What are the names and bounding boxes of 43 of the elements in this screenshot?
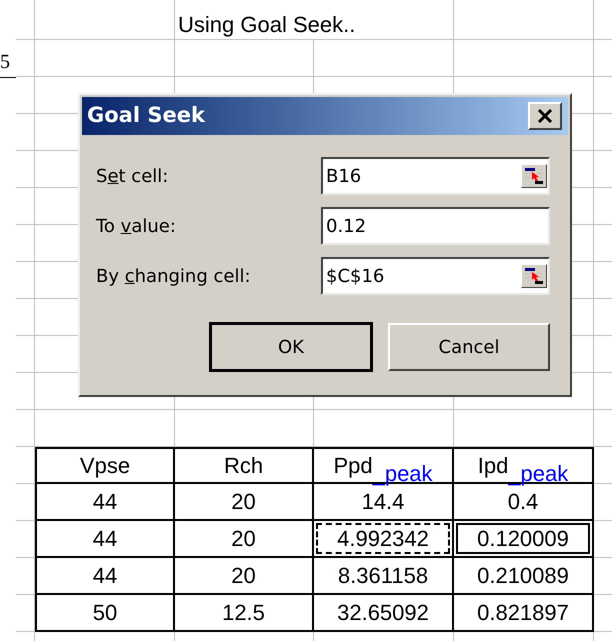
dialog-button[interactable]: OK: [210, 323, 372, 371]
table-cell-text: 44: [92, 488, 118, 516]
sheet-cell: [16, 521, 35, 558]
dialog-button[interactable]: Cancel: [388, 323, 550, 371]
table-cell-text: 44: [92, 562, 118, 590]
input-field[interactable]: $C$16: [321, 257, 550, 295]
dialog-title: Goal Seek: [87, 102, 205, 130]
table-cell-text: 20: [230, 524, 257, 552]
table-cell-text: 0.4: [506, 488, 540, 516]
sheet-title: Using Goal Seek..: [178, 14, 356, 36]
sheet-cell: [16, 447, 35, 484]
field-label: To value:: [96, 214, 176, 238]
table-cell-text: 20: [230, 488, 257, 516]
table-cell-text: 50: [92, 598, 118, 626]
sheet-cell: [16, 595, 35, 632]
sheet-cell: [16, 373, 35, 410]
table-cell-text: 0.210089: [476, 562, 570, 590]
field-label: Set cell:: [96, 164, 168, 188]
table-cell-text: 8.361158: [336, 562, 430, 590]
column-header: Vpse: [80, 452, 130, 480]
sheet-cell: [16, 558, 35, 595]
sheet-cell: [16, 40, 35, 77]
input-field[interactable]: B16: [321, 157, 550, 195]
table-cell-text: 44: [92, 524, 118, 552]
table-cell-text: 14.4: [360, 488, 406, 516]
close-icon: [537, 109, 553, 123]
table-cell: 4.992342: [316, 523, 450, 554]
column-header: Rch: [224, 452, 264, 480]
sheet-cell: [16, 410, 35, 447]
sheet-cell: [16, 0, 35, 40]
input-field[interactable]: 0.12: [321, 207, 550, 245]
sheet-cell: [16, 484, 35, 521]
table-cell-text: 32.65092: [336, 598, 430, 626]
table-cell-text: 12.5: [221, 598, 266, 626]
field-label: By changing cell:: [96, 264, 251, 288]
table-cell-text: 0.821897: [476, 598, 570, 626]
range-picker-icon[interactable]: [521, 264, 547, 288]
range-picker-icon[interactable]: [521, 164, 547, 188]
table-cell-text: 20: [230, 562, 257, 590]
close-button[interactable]: [528, 102, 562, 130]
table-cell: 0.120009: [456, 523, 590, 554]
sheet-cell: [16, 77, 35, 114]
cut-off-text: 5: [0, 52, 10, 72]
